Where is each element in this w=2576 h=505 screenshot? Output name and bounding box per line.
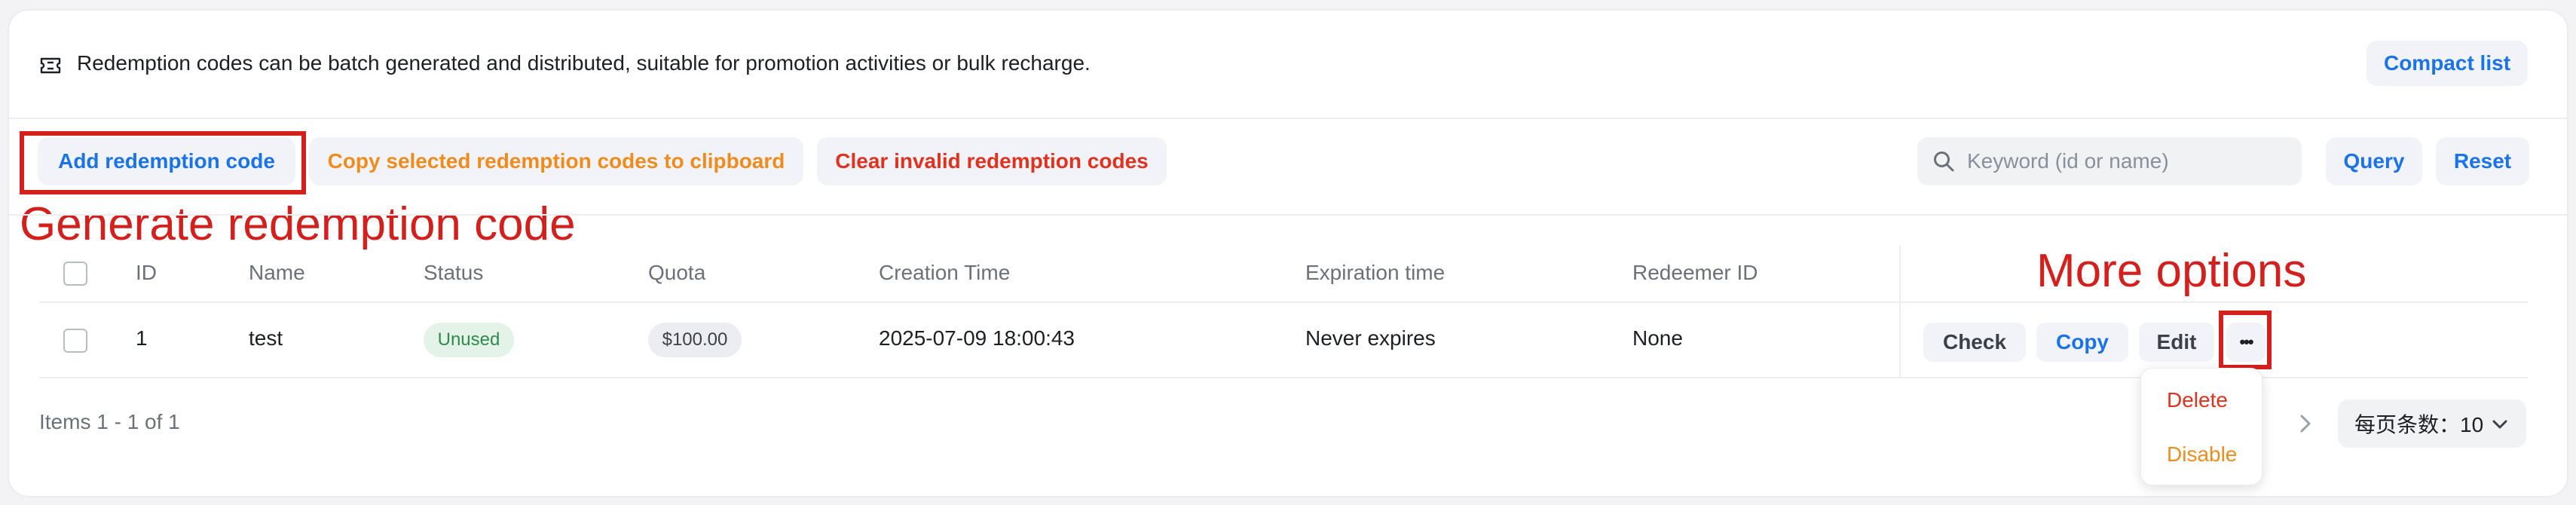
divider: [9, 214, 2567, 216]
chevron-down-icon: [2490, 415, 2510, 433]
header-creation-time: Creation Time: [879, 261, 1011, 284]
header-quota: Quota: [648, 261, 706, 284]
pagination-summary: Items 1 - 1 of 1: [39, 410, 180, 433]
divider: [9, 118, 2567, 119]
header-expiration-time: Expiration time: [1305, 261, 1446, 284]
copy-selected-codes-button[interactable]: Copy selected redemption codes to clipbo…: [309, 137, 803, 185]
actions-column-separator: [1899, 246, 1901, 378]
compact-list-button[interactable]: Compact list: [2366, 41, 2528, 86]
next-page-button[interactable]: [2294, 409, 2317, 439]
clear-invalid-codes-button[interactable]: Clear invalid redemption codes: [817, 137, 1167, 185]
row-checkbox[interactable]: [63, 329, 87, 353]
search-input[interactable]: Keyword (id or name): [1917, 137, 2302, 185]
query-button[interactable]: Query: [2326, 137, 2422, 185]
ticket-icon: [39, 55, 62, 74]
status-badge: Unused: [424, 323, 514, 357]
header-redeemer-id: Redeemer ID: [1632, 261, 1758, 284]
quota-badge: $100.00: [648, 323, 742, 357]
check-button[interactable]: Check: [1923, 323, 2026, 362]
cell-creation-time: 2025-07-09 18:00:43: [879, 326, 1075, 350]
delete-menu-item[interactable]: Delete: [2167, 388, 2228, 412]
copy-button[interactable]: Copy: [2036, 323, 2128, 362]
annotation-box-add: [20, 131, 306, 194]
cell-id: 1: [136, 326, 148, 350]
edit-button[interactable]: Edit: [2139, 323, 2214, 362]
cell-redeemer-id: None: [1632, 326, 1683, 350]
page-size-select[interactable]: 每页条数：10: [2338, 399, 2526, 448]
notice-text: Redemption codes can be batch generated …: [77, 51, 1091, 75]
annotation-box-more: [2219, 311, 2272, 369]
page-size-label: 每页条数：10: [2354, 413, 2484, 436]
annotation-more-options: More options: [2036, 245, 2307, 297]
select-all-checkbox[interactable]: [63, 262, 87, 286]
search-icon: [1932, 150, 1955, 173]
header-status: Status: [424, 261, 484, 284]
header-id: ID: [136, 261, 157, 284]
header-name: Name: [249, 261, 305, 284]
info-notice: Redemption codes can be batch generated …: [39, 48, 1091, 78]
disable-menu-item[interactable]: Disable: [2167, 442, 2237, 467]
cell-name: test: [249, 326, 283, 350]
cell-expiration-time: Never expires: [1305, 326, 1436, 350]
header-row-line: [39, 301, 2528, 303]
search-placeholder: Keyword (id or name): [1967, 149, 2169, 173]
more-options-menu: Delete Disable: [2140, 368, 2262, 485]
chevron-right-icon: [2300, 415, 2311, 433]
annotation-generate: Generate redemption code: [20, 198, 576, 250]
reset-button[interactable]: Reset: [2436, 137, 2529, 185]
